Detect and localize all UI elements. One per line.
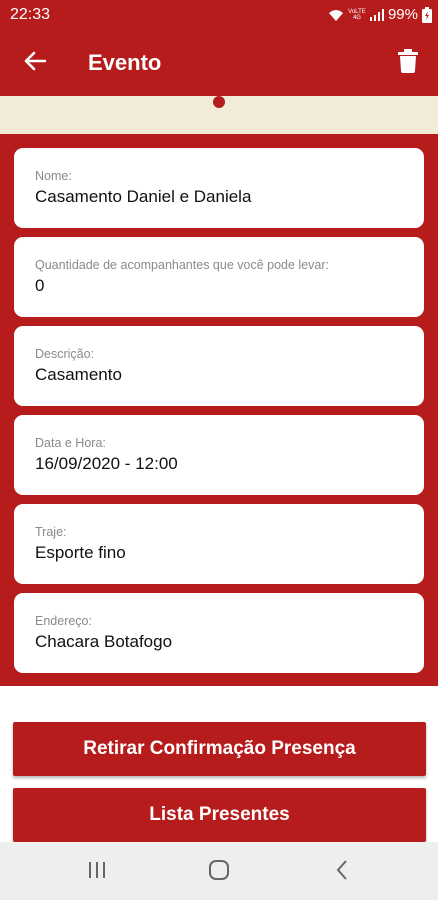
status-time: 22:33 xyxy=(10,6,51,23)
header-strip xyxy=(0,96,438,134)
trash-icon xyxy=(398,48,418,78)
recent-apps-icon xyxy=(87,860,107,885)
back-button[interactable] xyxy=(20,48,50,78)
remove-confirmation-button[interactable]: Retirar Confirmação Presença xyxy=(13,722,426,776)
battery-charging-icon xyxy=(422,6,432,23)
field-value: Esporte fino xyxy=(35,543,126,562)
home-button[interactable] xyxy=(199,856,239,888)
system-nav-bar xyxy=(0,842,438,900)
chevron-left-icon xyxy=(335,859,349,886)
field-card-description: Descrição: Casamento xyxy=(14,326,424,406)
wifi-icon xyxy=(328,8,344,22)
status-bar: 22:33 VoLTE 4G 99% xyxy=(0,0,438,30)
field-label: Nome: xyxy=(35,169,72,183)
field-card-companions: Quantidade de acompanhantes que você pod… xyxy=(14,237,424,317)
field-label: Quantidade de acompanhantes que você pod… xyxy=(35,258,329,272)
field-label: Descrição: xyxy=(35,347,95,361)
signal-icon xyxy=(369,8,384,21)
home-icon xyxy=(208,859,230,886)
field-card-address: Endereço: Chacara Botafogo xyxy=(14,593,424,673)
field-card-name: Nome: Casamento Daniel e Daniela xyxy=(14,148,424,228)
field-value: Chacara Botafogo xyxy=(35,632,173,651)
delete-button[interactable] xyxy=(392,46,424,80)
recent-apps-button[interactable] xyxy=(77,856,117,888)
event-details: Nome: Casamento Daniel e Daniela Quantid… xyxy=(0,134,438,686)
field-value: Casamento Daniel e Daniela xyxy=(35,187,252,206)
battery-percent: 99% xyxy=(387,6,418,23)
field-label: Endereço: xyxy=(35,614,92,628)
network-type-label: VoLTE 4G xyxy=(348,8,366,21)
field-card-datetime: Data e Hora: 16/09/2020 - 12:00 xyxy=(14,415,424,495)
field-value: 0 xyxy=(35,276,45,295)
field-value: Casamento xyxy=(35,365,122,384)
field-label: Data e Hora: xyxy=(35,436,106,450)
arrow-back-icon xyxy=(24,51,47,76)
indicator-dot xyxy=(213,96,225,108)
app-bar: Evento xyxy=(0,30,438,96)
gift-list-button[interactable]: Lista Presentes xyxy=(13,788,426,842)
page-title: Evento xyxy=(88,50,162,75)
field-card-dress-code: Traje: Esporte fino xyxy=(14,504,424,584)
field-label: Traje: xyxy=(35,525,67,539)
status-icons: VoLTE 4G 99% xyxy=(328,6,432,23)
field-value: 16/09/2020 - 12:00 xyxy=(35,454,178,473)
back-nav-button[interactable] xyxy=(322,856,362,888)
